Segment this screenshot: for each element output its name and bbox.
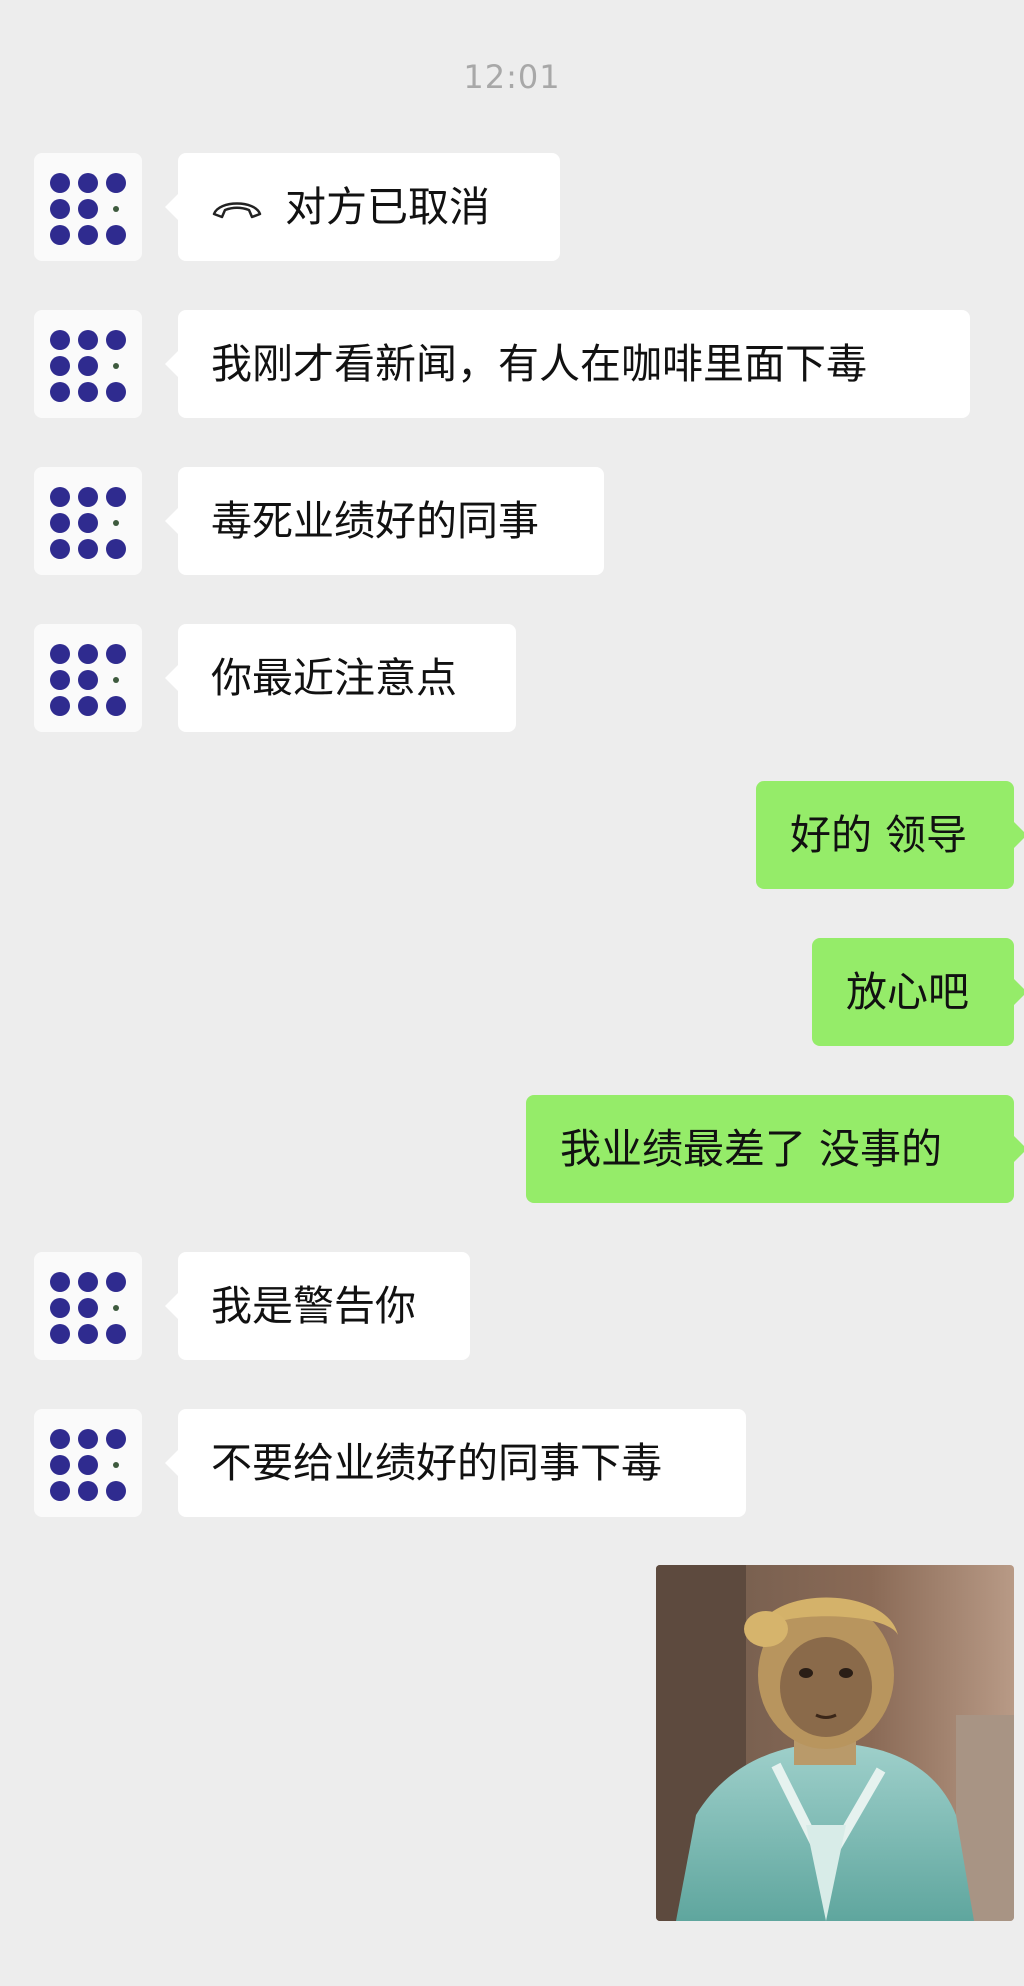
contact-avatar[interactable] [34, 310, 142, 418]
contact-avatar[interactable] [34, 1252, 142, 1360]
message-bubble[interactable]: 毒死业绩好的同事 [165, 467, 604, 575]
phone-hangup-icon [211, 153, 263, 261]
message-bubble[interactable]: 你最近注意点 [165, 624, 516, 732]
message-text: 不要给业绩好的同事下毒 [211, 1439, 662, 1487]
message-text: 放心吧 [846, 968, 969, 1016]
call-cancelled-bubble[interactable]: 对方已取消 [165, 153, 560, 261]
sent-message-bubble[interactable]: 我业绩最差了 没事的 [526, 1095, 1024, 1203]
sent-message-bubble[interactable]: 放心吧 [812, 938, 1024, 1046]
chat-window: 12:01 对方已取消 我刚才看新闻，有人在咖啡里面下毒 毒死业绩好的同事 你最… [0, 0, 1024, 1986]
message-text: 毒死业绩好的同事 [211, 497, 539, 545]
message-bubble[interactable]: 不要给业绩好的同事下毒 [165, 1409, 746, 1517]
message-timestamp: 12:01 [463, 58, 561, 96]
contact-avatar[interactable] [34, 467, 142, 575]
sent-message-bubble[interactable]: 好的 领导 [756, 781, 1024, 889]
message-text: 我是警告你 [211, 1282, 416, 1330]
message-text: 我刚才看新闻，有人在咖啡里面下毒 [211, 340, 867, 388]
contact-avatar[interactable] [34, 624, 142, 732]
message-bubble[interactable]: 我是警告你 [165, 1252, 470, 1360]
message-text: 好的 领导 [790, 811, 968, 859]
contact-avatar[interactable] [34, 1409, 142, 1517]
sent-image-message[interactable] [656, 1565, 1014, 1921]
message-text: 你最近注意点 [211, 654, 457, 702]
meme-photo [656, 1565, 1014, 1921]
message-bubble[interactable]: 我刚才看新闻，有人在咖啡里面下毒 [165, 310, 970, 418]
contact-avatar[interactable] [34, 153, 142, 261]
message-text: 我业绩最差了 没事的 [560, 1125, 943, 1173]
message-text: 对方已取消 [285, 183, 490, 231]
